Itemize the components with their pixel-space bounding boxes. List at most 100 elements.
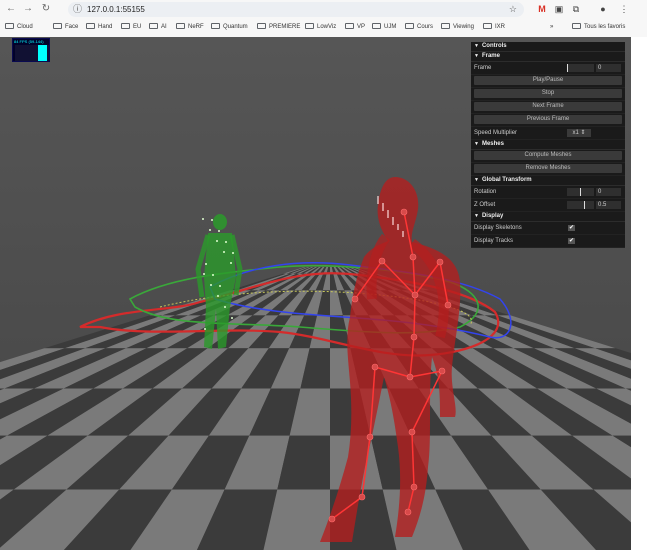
red-marker — [397, 226, 399, 228]
chevron-down-icon: ▼ — [474, 177, 479, 183]
address-bar[interactable]: ⓘ 127.0.0.1:55155 ☆ — [68, 2, 524, 17]
bookmark-ujm[interactable]: UJM — [372, 23, 396, 32]
folder-icon — [441, 23, 450, 29]
zoffset-value-input[interactable]: 0.5 — [596, 201, 621, 209]
zoffset-row: Z Offset 0.5 — [471, 199, 625, 212]
display-section-title[interactable]: ▼ Display — [471, 212, 625, 222]
bookmark-label: Face — [65, 24, 79, 30]
all-bookmarks-button[interactable]: Tous les favoris — [572, 23, 625, 32]
red-joint — [411, 291, 419, 299]
puzzle-icon[interactable]: ⧉ — [570, 3, 582, 15]
slider-knob[interactable] — [567, 64, 568, 72]
bookmark-cours[interactable]: Cours — [405, 23, 433, 32]
red-marker — [392, 217, 394, 219]
bookmark-nerf[interactable]: NeRF — [176, 23, 204, 32]
meshes-section-title[interactable]: ▼ Meshes — [471, 140, 625, 150]
green-marker — [218, 230, 220, 232]
bookmark-viewing[interactable]: Viewing — [441, 23, 474, 32]
bookmark-label: Cours — [417, 24, 434, 30]
controls-title[interactable]: ▼ Controls — [471, 42, 625, 52]
stop-button[interactable]: Stop — [474, 89, 622, 98]
3d-viewport[interactable]: 84 FPS (59-144) ▼ Controls ▼ Frame Frame 0… — [0, 37, 647, 550]
display-skeletons-checkbox[interactable]: ✔ — [568, 225, 575, 231]
stop-row: Stop — [471, 88, 625, 101]
bookmark-lowviz[interactable]: LowViz — [305, 23, 336, 32]
bookmark-premiere[interactable]: PREMIERE — [257, 23, 300, 32]
reload-icon[interactable]: ↻ — [40, 3, 52, 15]
remove-meshes-button[interactable]: Remove Meshes — [474, 164, 622, 173]
zoffset-slider[interactable] — [567, 201, 594, 209]
speed-select[interactable]: x1 ⇕ — [567, 129, 591, 137]
extension-icon[interactable]: ▣ — [553, 3, 565, 15]
green-marker — [225, 241, 227, 243]
next-frame-button[interactable]: Next Frame — [474, 102, 622, 111]
rotation-slider[interactable] — [567, 188, 594, 196]
bookmark-label: AI — [161, 24, 167, 30]
bookmark-face[interactable]: Face — [53, 23, 78, 32]
bookmark-hand[interactable]: Hand — [86, 23, 112, 32]
next-frame-row: Next Frame — [471, 101, 625, 114]
previous-frame-button[interactable]: Previous Frame — [474, 115, 622, 124]
bookmark-ai[interactable]: AI — [149, 23, 167, 32]
bookmark-label: Quantum — [223, 24, 248, 30]
frame-section-label: Frame — [481, 53, 500, 59]
frame-value-input[interactable]: 0 — [596, 64, 621, 72]
bookmark-label: VP — [357, 24, 366, 30]
red-marker — [392, 219, 394, 221]
compute-meshes-button[interactable]: Compute Meshes — [474, 151, 622, 160]
bookmark-star-icon[interactable]: ☆ — [509, 2, 517, 17]
site-info-icon[interactable]: ⓘ — [73, 3, 82, 16]
green-marker — [211, 219, 213, 221]
red-marker — [402, 233, 404, 235]
bookmark-label: Cloud — [17, 24, 33, 30]
folder-icon — [53, 23, 62, 29]
viewport-margin — [631, 37, 647, 550]
bookmark-vp[interactable]: VP — [345, 23, 365, 32]
global-transform-label: Global Transform — [481, 177, 532, 183]
red-joint — [410, 333, 418, 341]
folder-icon — [121, 23, 130, 29]
bookmark-label: Viewing — [453, 24, 474, 30]
bookmark-eu[interactable]: EU — [121, 23, 141, 32]
chevron-down-icon: ▼ — [474, 141, 479, 147]
slider-knob[interactable] — [584, 201, 585, 209]
controls-title-label: Controls — [481, 43, 507, 49]
rotation-value-input[interactable]: 0 — [596, 188, 621, 196]
forward-icon[interactable]: → — [22, 3, 34, 15]
green-marker — [209, 229, 211, 231]
frame-section-title[interactable]: ▼ Frame — [471, 52, 625, 62]
bookmarks-overflow-button[interactable]: » — [550, 23, 553, 32]
red-joint — [406, 373, 414, 381]
url-text[interactable]: 127.0.0.1:55155 — [87, 2, 145, 17]
folder-icon — [372, 23, 381, 29]
red-joint — [444, 301, 452, 309]
bookmark-label: NeRF — [188, 24, 204, 30]
folder-icon — [149, 23, 158, 29]
play-pause-button[interactable]: Play/Pause — [474, 76, 622, 85]
bookmarks-bar: Cloud Face Hand EU AI NeRF Quantum PREMI… — [0, 19, 647, 36]
fps-bar — [38, 45, 47, 61]
display-tracks-row: Display Tracks ✔ — [471, 235, 625, 248]
red-joint — [328, 515, 336, 523]
green-marker — [205, 263, 207, 265]
red-joint — [436, 258, 444, 266]
profile-avatar-icon[interactable]: ● — [597, 3, 609, 15]
bookmark-quantum[interactable]: Quantum — [211, 23, 248, 32]
gmail-icon[interactable]: M — [536, 3, 548, 15]
slider-knob[interactable] — [580, 188, 581, 196]
global-transform-title[interactable]: ▼ Global Transform — [471, 176, 625, 186]
bookmark-ixr[interactable]: IXR — [483, 23, 505, 32]
red-marker — [397, 224, 399, 226]
bookmark-cloud[interactable]: Cloud — [5, 23, 33, 32]
red-joint — [378, 257, 386, 265]
menu-kebab-icon[interactable]: ⋮ — [618, 3, 630, 15]
folder-icon — [86, 23, 95, 29]
display-tracks-label: Display Tracks — [474, 238, 514, 244]
display-tracks-checkbox[interactable]: ✔ — [568, 238, 575, 244]
bookmark-label: UJM — [384, 24, 397, 30]
green-marker — [212, 274, 214, 276]
red-marker — [377, 202, 379, 204]
fps-monitor[interactable]: 84 FPS (59-144) — [12, 38, 50, 62]
back-icon[interactable]: ← — [5, 3, 17, 15]
frame-slider[interactable] — [567, 64, 594, 72]
